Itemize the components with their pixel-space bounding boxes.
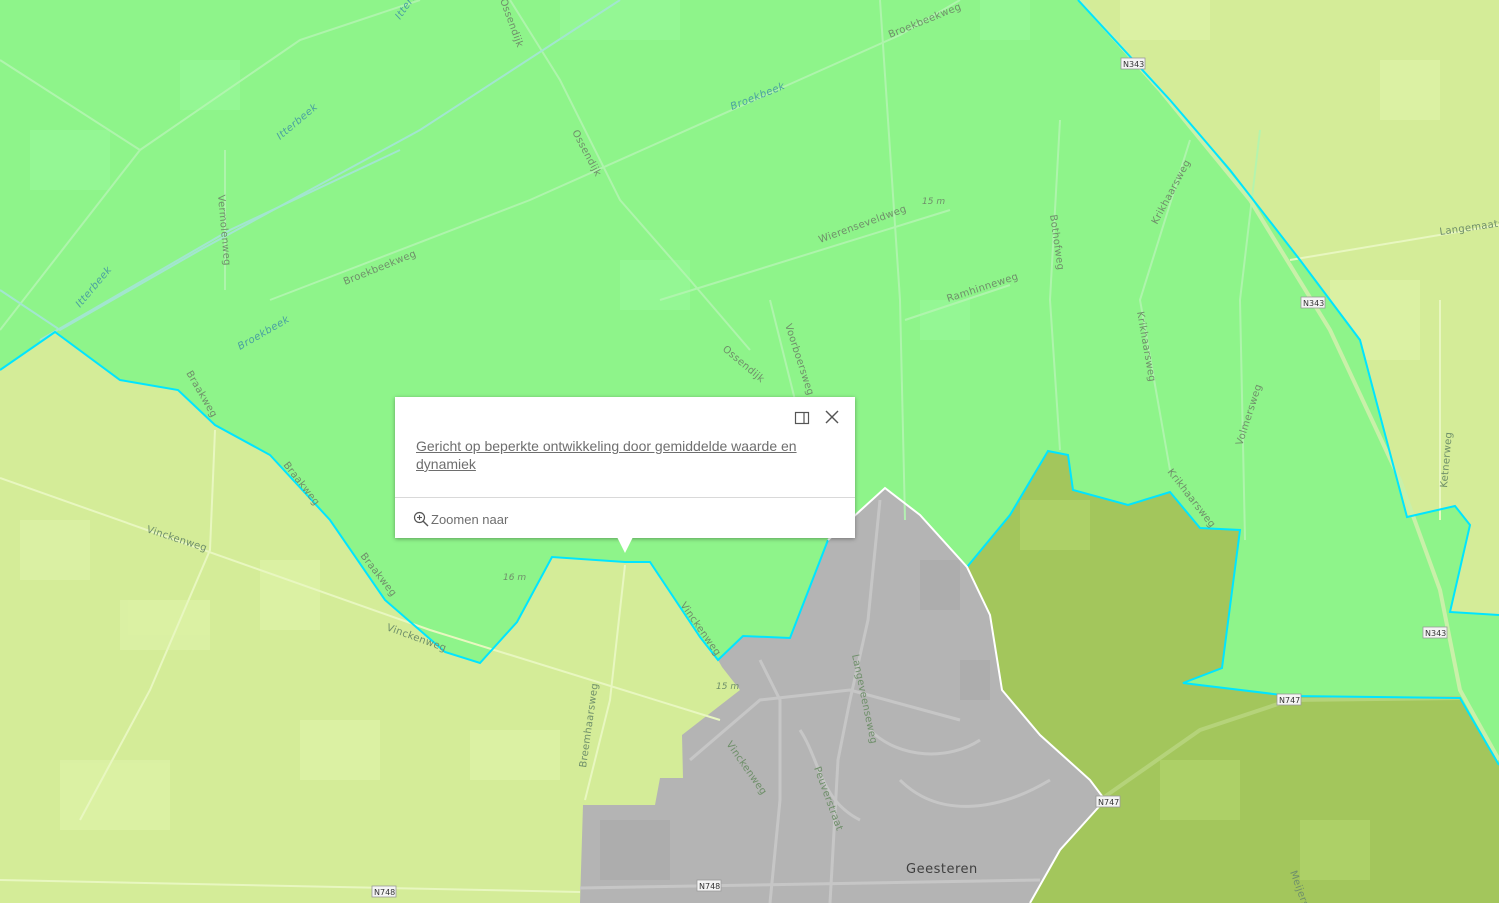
zoom-in-icon [413, 511, 429, 527]
shield-n747-a: N747 [1276, 693, 1302, 706]
shield-n748-b: N748 [696, 879, 722, 892]
svg-text:N748: N748 [374, 888, 395, 897]
svg-text:N747: N747 [1279, 696, 1300, 705]
zoom-to-button[interactable]: Zoomen naar [413, 510, 508, 528]
shield-n747-b: N747 [1095, 795, 1121, 808]
elevation-label-2: 16 m [503, 573, 526, 583]
dock-popup-button[interactable] [794, 410, 810, 426]
popup-divider [395, 497, 855, 498]
dock-icon [794, 411, 810, 425]
feature-popup: Gericht op beperkte ontwikkeling door ge… [395, 397, 855, 553]
svg-text:N343: N343 [1123, 60, 1144, 69]
svg-text:N747: N747 [1098, 798, 1119, 807]
close-icon [825, 410, 839, 424]
popup-title[interactable]: Gericht op beperkte ontwikkeling door ge… [416, 437, 826, 473]
zoom-to-label: Zoomen naar [431, 511, 509, 527]
town-label-geesteren: Geesteren [906, 862, 978, 877]
shield-n343-c: N343 [1422, 626, 1448, 639]
close-popup-button[interactable] [824, 409, 840, 425]
svg-text:N343: N343 [1425, 629, 1446, 638]
shield-n748-a: N748 [371, 885, 397, 898]
popup-pointer [617, 537, 633, 553]
elevation-label-3: 15 m [716, 682, 739, 692]
svg-text:N343: N343 [1303, 299, 1324, 308]
shield-n343-b: N343 [1300, 296, 1326, 309]
svg-text:N748: N748 [699, 882, 720, 891]
shield-n343-a: N343 [1120, 57, 1146, 70]
elevation-label-1: 15 m [922, 197, 945, 207]
